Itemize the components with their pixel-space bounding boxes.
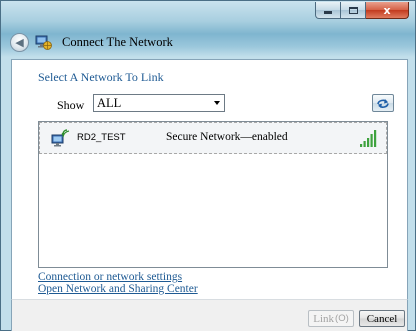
network-name: RD2_TEST bbox=[77, 132, 126, 143]
refresh-icon bbox=[377, 98, 389, 108]
minimize-button[interactable] bbox=[315, 2, 341, 19]
window-title: Connect The Network bbox=[62, 35, 173, 49]
content-panel: Select A Network To Link Show ALL RD2_TE… bbox=[11, 59, 408, 300]
page-heading: Select A Network To Link bbox=[38, 70, 164, 84]
network-status: Secure Network—enabled bbox=[166, 131, 288, 143]
button-bar: Link (O) Cancel bbox=[11, 299, 408, 331]
refresh-button[interactable] bbox=[372, 94, 394, 112]
navigation-bar: ◀ Connect The Network bbox=[1, 26, 415, 58]
signal-strength-icon bbox=[360, 130, 377, 147]
list-item[interactable]: RD2_TEST Secure Network—enabled bbox=[39, 122, 387, 154]
network-connect-window: x ◀ Connect The Network Select A Network… bbox=[0, 0, 416, 331]
back-button[interactable]: ◀ bbox=[10, 33, 29, 52]
cancel-button[interactable]: Cancel bbox=[359, 310, 405, 327]
maximize-button[interactable] bbox=[341, 2, 366, 19]
cancel-button-label: Cancel bbox=[366, 312, 398, 325]
close-button[interactable]: x bbox=[366, 2, 409, 19]
caption-buttons: x bbox=[315, 2, 409, 19]
show-filter-dropdown[interactable]: ALL bbox=[93, 94, 225, 112]
back-arrow-icon: ◀ bbox=[15, 36, 24, 49]
chevron-down-icon bbox=[214, 101, 220, 105]
close-icon: x bbox=[383, 3, 391, 17]
network-list[interactable]: RD2_TEST Secure Network—enabled bbox=[38, 121, 388, 268]
link-button-accelerator: (O) bbox=[335, 313, 349, 324]
maximize-icon bbox=[348, 6, 358, 14]
minimize-icon bbox=[324, 11, 332, 14]
show-filter-value: ALL bbox=[97, 95, 122, 110]
wireless-network-icon bbox=[51, 129, 70, 147]
show-filter-label: Show bbox=[57, 98, 85, 112]
link-button[interactable]: Link (O) bbox=[308, 310, 354, 327]
network-globe-icon bbox=[35, 35, 52, 50]
sharing-center-link[interactable]: Open Network and Sharing Center bbox=[38, 283, 198, 295]
link-button-label: Link bbox=[313, 312, 335, 325]
connection-settings-link[interactable]: Connection or network settings bbox=[38, 271, 182, 283]
